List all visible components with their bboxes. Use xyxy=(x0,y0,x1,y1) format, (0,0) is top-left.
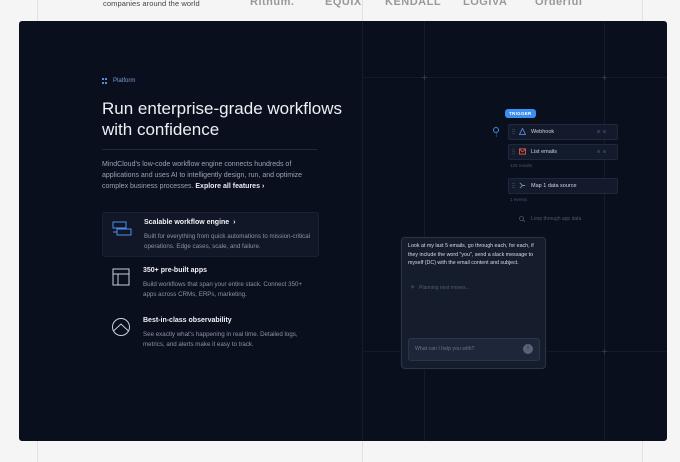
grid-cross xyxy=(602,75,607,80)
feature-prebuilt-apps[interactable]: 350+ pre-built apps Build workflows that… xyxy=(102,261,317,301)
grid-line xyxy=(362,21,363,441)
grid-line xyxy=(424,21,425,441)
guide-line xyxy=(37,0,38,21)
platform-panel: Platform Run enterprise-grade workflows … xyxy=(19,21,667,441)
logo-orderful: Orderful xyxy=(535,0,583,8)
user-message: Look at my last 5 emails, go through eac… xyxy=(408,243,534,267)
eyebrow: Platform xyxy=(102,78,135,84)
section-description: MindCloud's low-code workflow engine con… xyxy=(102,159,327,192)
chevron-right-icon: › xyxy=(261,183,265,190)
sparkle-icon: ✧ xyxy=(410,285,416,291)
feature-title: Best-in-class observability xyxy=(143,317,232,324)
feature-description: Built for everything from quick automati… xyxy=(144,233,311,250)
connector-dot xyxy=(493,127,499,133)
grid-line xyxy=(362,77,667,78)
feature-scalable-engine[interactable]: Scalable workflow engine › Built for eve… xyxy=(102,212,319,257)
explore-link-label[interactable]: Explore all features xyxy=(195,183,260,190)
mountain-icon xyxy=(112,318,130,336)
page-title: Run enterprise-grade workflows with conf… xyxy=(102,99,342,139)
guide-line xyxy=(362,0,363,21)
guide-line xyxy=(362,441,363,462)
chat-input-placeholder[interactable]: What can I help you with? xyxy=(415,346,474,352)
apps-icon xyxy=(112,268,130,286)
guide-line xyxy=(37,441,38,462)
grid-line xyxy=(604,21,605,441)
search-icon xyxy=(519,216,525,222)
events-label: 1 events xyxy=(510,197,528,202)
eyebrow-label: Platform xyxy=(113,78,136,84)
feature-description: Build workflows that span your entire st… xyxy=(143,281,303,298)
feature-description: See exactly what's happening in real tim… xyxy=(143,331,298,348)
node-actions[interactable] xyxy=(597,150,611,153)
grid-icon xyxy=(102,78,108,84)
grid-cross xyxy=(602,349,607,354)
thinking-label: Planning next moves... xyxy=(419,284,470,291)
logo-rithum: Rithum. xyxy=(250,0,295,8)
workflow-node-map[interactable]: Map 1 data source xyxy=(508,178,618,194)
logo-equix: EQUIX xyxy=(325,0,362,8)
divider xyxy=(102,149,317,150)
feature-title: Scalable workflow engine › xyxy=(144,219,236,226)
arrow-up-icon[interactable]: ↑ xyxy=(523,344,533,354)
stack-icon xyxy=(112,221,132,236)
loop-label: Loop through app data xyxy=(531,216,582,222)
chevron-right-icon: › xyxy=(233,219,236,226)
gmail-icon xyxy=(519,148,526,155)
logo-kendall: KENDALL xyxy=(385,0,442,8)
node-label: Map 1 data source xyxy=(531,182,577,189)
node-label: List emails xyxy=(531,148,557,155)
feature-observability[interactable]: Best-in-class observability See exactly … xyxy=(102,311,317,351)
drag-handle[interactable] xyxy=(512,149,515,155)
explore-features-link[interactable]: Explore all features › xyxy=(195,183,264,190)
grid-cross xyxy=(422,75,427,80)
workflow-node-webhook[interactable]: Webhook xyxy=(508,124,618,140)
drag-handle[interactable] xyxy=(512,129,515,135)
ai-chat-panel: Look at my last 5 emails, go through eac… xyxy=(401,237,546,369)
map-icon xyxy=(519,182,526,189)
bottom-strip xyxy=(0,441,680,462)
chat-input[interactable]: What can I help you with? ↑ xyxy=(408,338,540,361)
logo-logiva: LOGIVA xyxy=(463,0,508,8)
guide-line xyxy=(642,441,643,462)
workflow-node-list-emails[interactable]: List emails xyxy=(508,144,618,160)
results-label: 125 results xyxy=(510,163,533,168)
top-strip: companies around the world Rithum. EQUIX… xyxy=(0,0,680,21)
feature-title: 350+ pre-built apps xyxy=(143,267,207,274)
thinking-status: ✧ Planning next moves... xyxy=(410,284,470,292)
trigger-badge: TRIGGER xyxy=(505,109,536,118)
guide-line xyxy=(642,0,643,21)
node-label: Webhook xyxy=(531,128,555,135)
tagline: companies around the world xyxy=(103,0,200,8)
node-actions[interactable] xyxy=(597,130,611,133)
webhook-icon xyxy=(519,128,526,135)
drag-handle[interactable] xyxy=(512,183,515,189)
